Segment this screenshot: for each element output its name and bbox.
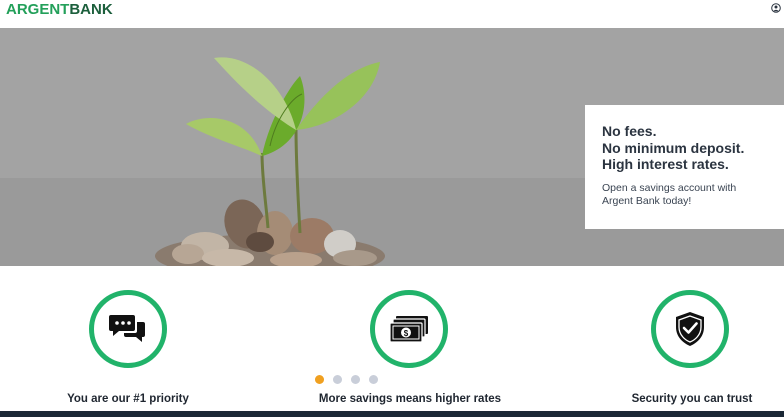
carousel-dot-2[interactable] bbox=[333, 375, 342, 384]
feature-label-priority: You are our #1 priority bbox=[67, 393, 189, 405]
user-account-button[interactable] bbox=[770, 2, 782, 14]
carousel-dot-3[interactable] bbox=[351, 375, 360, 384]
headline-line-1: No fees. bbox=[602, 123, 657, 139]
chat-icon bbox=[109, 315, 145, 342]
feature-icon-circle: $ bbox=[370, 290, 448, 368]
headline-line-2: No minimum deposit. bbox=[602, 139, 745, 156]
logo-text-argent: ARGENT bbox=[6, 1, 70, 18]
shield-check-icon bbox=[676, 312, 704, 346]
feature-icon-circle bbox=[89, 290, 167, 368]
bank-logo[interactable]: ARGENTBANK bbox=[6, 1, 113, 18]
carousel-dot-1[interactable] bbox=[315, 375, 324, 384]
money-icon: $ bbox=[389, 316, 428, 343]
top-nav: ARGENTBANK bbox=[0, 0, 784, 28]
promo-card: No fees. No minimum deposit. High intere… bbox=[585, 105, 784, 229]
bottom-strip bbox=[0, 411, 784, 417]
svg-text:$: $ bbox=[404, 329, 409, 338]
promo-subtext: Open a savings account with Argent Bank … bbox=[602, 181, 737, 208]
feature-label-savings: More savings means higher rates bbox=[318, 393, 502, 405]
feature-label-security: Security you can trust bbox=[631, 393, 753, 405]
feature-icon-circle bbox=[651, 290, 729, 368]
hero-banner: No fees. No minimum deposit. High intere… bbox=[0, 28, 784, 266]
features-section: You are our #1 priority $ More savings m… bbox=[0, 266, 784, 417]
logo-text-bank: BANK bbox=[69, 1, 113, 18]
user-icon bbox=[771, 3, 781, 13]
carousel-indicators bbox=[315, 375, 378, 384]
carousel-dot-4[interactable] bbox=[369, 375, 378, 384]
headline-line-3: High interest rates. bbox=[602, 156, 729, 172]
